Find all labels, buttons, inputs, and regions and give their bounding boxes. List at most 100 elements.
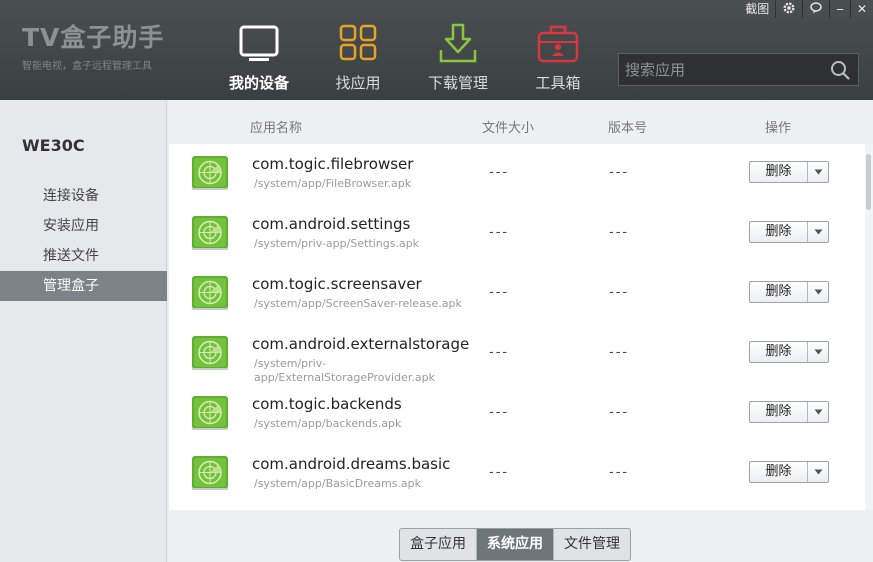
app-version: --- [609, 165, 630, 180]
chevron-down-icon [814, 469, 822, 475]
app-version: --- [609, 225, 630, 240]
app-name: com.android.externalstorage [252, 335, 470, 353]
nav-label: 工具箱 [535, 74, 581, 92]
sidebar-item-push-file[interactable]: 推送文件 [0, 241, 167, 271]
android-app-icon [192, 156, 228, 190]
window-controls: 截图 ‒ ✕ [739, 0, 873, 18]
action-dropdown[interactable] [808, 342, 828, 362]
minimize-button[interactable]: ‒ [829, 0, 850, 18]
grid-icon [339, 24, 377, 61]
brand-logo: TV盒子助手 [22, 23, 165, 52]
table-header: 应用名称 文件大小 版本号 操作 [168, 100, 873, 144]
column-header-version: 版本号 [608, 121, 648, 136]
tab-bar: 盒子应用 系统应用 文件管理 [399, 528, 631, 561]
main-panel: 应用名称 文件大小 版本号 操作 com.togic.filebrowser /… [168, 100, 873, 562]
search-icon [831, 60, 850, 80]
feedback-button[interactable] [802, 0, 829, 18]
search-button[interactable] [822, 54, 858, 85]
table-row: com.android.dreams.basic /system/app/Bas… [169, 444, 863, 504]
chevron-down-icon [814, 289, 822, 295]
app-path: /system/app/backends.apk [254, 417, 402, 430]
delete-button[interactable]: 删除 [750, 402, 808, 422]
app-name: com.togic.backends [252, 395, 402, 413]
top-header: TV盒子助手 智能电视，盒子远程管理工具 我的设备 找应用 下载管理 工具箱 截… [0, 0, 873, 100]
action-dropdown[interactable] [808, 282, 828, 302]
app-version: --- [609, 465, 630, 480]
nav-download-manager[interactable]: 下载管理 [413, 22, 503, 93]
app-name: com.togic.filebrowser [252, 155, 414, 173]
column-header-action: 操作 [765, 121, 792, 136]
android-app-icon [192, 276, 228, 310]
android-app-icon [192, 216, 228, 250]
tab-box-apps[interactable]: 盒子应用 [400, 529, 477, 560]
brand: TV盒子助手 智能电视，盒子远程管理工具 [22, 18, 164, 72]
app-name: com.android.settings [252, 215, 411, 233]
gear-icon [783, 2, 795, 14]
toolbox-icon [537, 25, 579, 63]
app-version: --- [609, 405, 630, 420]
app-size: --- [489, 225, 510, 240]
action-group: 删除 [749, 461, 829, 483]
action-dropdown[interactable] [808, 462, 828, 482]
delete-button[interactable]: 删除 [750, 462, 808, 482]
search-box [618, 53, 859, 86]
android-app-icon [192, 396, 228, 430]
close-button[interactable]: ✕ [849, 0, 873, 18]
table-row: com.android.externalstorage /system/priv… [169, 324, 863, 384]
nav-label: 下载管理 [427, 74, 488, 92]
sidebar: WE30C 连接设备 安装应用 推送文件 管理盒子 [0, 100, 167, 562]
delete-button[interactable]: 删除 [750, 162, 808, 182]
scrollbar[interactable] [865, 144, 873, 510]
table-row: com.android.settings /system/priv-app/Se… [169, 204, 863, 264]
app-size: --- [489, 165, 510, 180]
action-group: 删除 [749, 341, 829, 363]
app-version: --- [609, 285, 630, 300]
delete-button[interactable]: 删除 [750, 222, 808, 242]
sidebar-item-manage-box[interactable]: 管理盒子 [0, 271, 167, 301]
chat-icon [810, 2, 822, 14]
device-name: WE30C [22, 136, 85, 155]
app-name: com.togic.screensaver [252, 275, 422, 293]
download-icon [439, 23, 477, 63]
android-app-icon [192, 456, 228, 490]
scrollbar-thumb[interactable] [866, 154, 871, 210]
app-path: /system/app/BasicDreams.apk [254, 477, 422, 490]
action-group: 删除 [749, 221, 829, 243]
chevron-down-icon [814, 229, 822, 235]
nav-my-devices[interactable]: 我的设备 [214, 22, 304, 93]
tablet-icon [239, 25, 279, 61]
app-size: --- [489, 465, 510, 480]
search-input[interactable] [619, 54, 822, 85]
nav-label: 找应用 [335, 74, 381, 92]
screenshot-button[interactable]: 截图 [739, 0, 775, 18]
app-size: --- [489, 405, 510, 420]
app-path: /system/app/ScreenSaver-release.apk [254, 297, 462, 310]
app-size: --- [489, 345, 510, 360]
android-app-icon [192, 336, 228, 370]
sidebar-item-connect-device[interactable]: 连接设备 [0, 181, 167, 211]
app-path: /system/app/FileBrowser.apk [254, 177, 412, 190]
action-dropdown[interactable] [808, 162, 828, 182]
delete-button[interactable]: 删除 [750, 342, 808, 362]
app-list: com.togic.filebrowser /system/app/FileBr… [169, 144, 873, 510]
nav-find-apps[interactable]: 找应用 [313, 22, 403, 93]
action-dropdown[interactable] [808, 402, 828, 422]
chevron-down-icon [814, 409, 822, 415]
nav-label: 我的设备 [228, 74, 289, 92]
sidebar-item-install-app[interactable]: 安装应用 [0, 211, 167, 241]
column-header-size: 文件大小 [482, 121, 535, 136]
delete-button[interactable]: 删除 [750, 282, 808, 302]
table-row: com.togic.screensaver /system/app/Screen… [169, 264, 863, 324]
tab-system-apps[interactable]: 系统应用 [477, 529, 554, 560]
table-row: com.togic.backends /system/app/backends.… [169, 384, 863, 444]
nav-toolbox[interactable]: 工具箱 [513, 22, 603, 93]
brand-subtitle: 智能电视，盒子远程管理工具 [22, 61, 152, 72]
action-dropdown[interactable] [808, 222, 828, 242]
settings-button[interactable] [775, 0, 802, 18]
chevron-down-icon [814, 169, 822, 175]
action-group: 删除 [749, 401, 829, 423]
tab-file-manager[interactable]: 文件管理 [554, 529, 630, 560]
action-group: 删除 [749, 161, 829, 183]
app-name: com.android.dreams.basic [252, 455, 451, 473]
app-path: /system/priv-app/Settings.apk [254, 237, 420, 250]
